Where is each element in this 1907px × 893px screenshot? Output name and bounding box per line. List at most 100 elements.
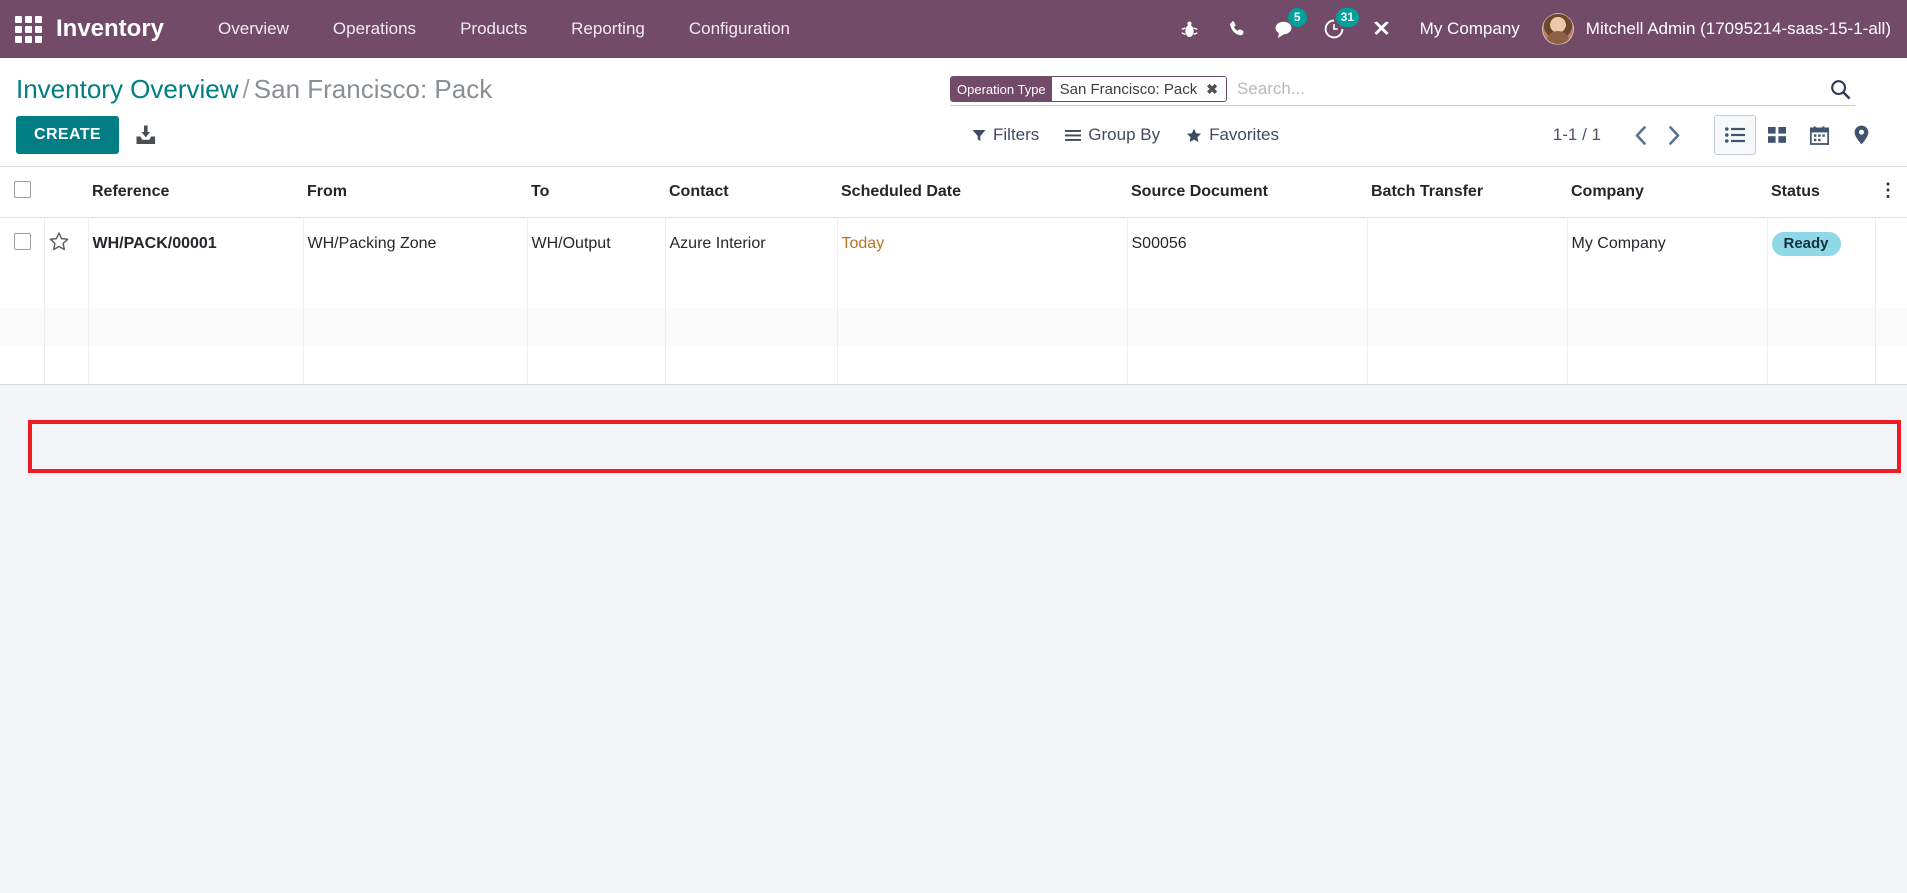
user-menu[interactable]: Mitchell Admin (17095214-saas-15-1-all) [1538, 13, 1891, 45]
chevron-left-icon [1635, 125, 1646, 145]
page-body: Reference From To Contact Scheduled Date… [0, 167, 1907, 473]
cell-batch-transfer [1367, 217, 1568, 270]
navbar-menu: Overview Operations Products Reporting C… [196, 0, 812, 58]
tools-icon-button[interactable] [1358, 0, 1406, 58]
search-facet-operation-type[interactable]: Operation Type San Francisco: Pack ✖ [950, 76, 1227, 102]
messages-icon-button[interactable]: 5 [1262, 0, 1310, 58]
group-by-dropdown[interactable]: Group By [1065, 125, 1160, 145]
menu-item-overview[interactable]: Overview [196, 0, 311, 58]
star-column-header [44, 167, 88, 218]
group-by-label: Group By [1088, 125, 1161, 144]
pager-previous-button[interactable] [1623, 118, 1657, 152]
cell-from: WH/Packing Zone [303, 217, 528, 270]
tools-icon [1374, 21, 1390, 35]
navbar-right-tools: 5 31 My Company Mitchell Admin (17095214… [1166, 0, 1907, 58]
filters-dropdown[interactable]: Filters [972, 125, 1039, 145]
menu-item-configuration[interactable]: Configuration [667, 0, 812, 58]
menu-item-products[interactable]: Products [438, 0, 549, 58]
activities-badge: 31 [1335, 8, 1360, 27]
list-view-icon [1725, 127, 1745, 143]
company-switcher[interactable]: My Company [1406, 19, 1538, 39]
filler-row [0, 346, 1907, 384]
view-button-calendar[interactable] [1798, 115, 1840, 155]
optional-columns-header: ⋮ [1875, 167, 1907, 218]
list-view: Reference From To Contact Scheduled Date… [0, 167, 1907, 385]
select-all-checkbox[interactable] [14, 181, 31, 198]
records-table: Reference From To Contact Scheduled Date… [0, 167, 1907, 384]
breadcrumb-current: San Francisco: Pack [253, 74, 493, 104]
cell-reference: WH/PACK/00001 [88, 217, 304, 270]
hamburger-icon [1065, 129, 1082, 141]
pager-value[interactable]: 1-1 / 1 [1553, 125, 1623, 145]
column-header-source-document[interactable]: Source Document [1127, 167, 1367, 218]
control-panel-right: 1-1 / 1 [1553, 114, 1883, 156]
control-panel-top: Inventory Overview / San Francisco: Pack O… [12, 58, 1895, 106]
view-switcher [1713, 114, 1883, 156]
search-input[interactable] [1232, 77, 1820, 101]
import-icon[interactable] [135, 124, 157, 146]
row-star-cell [44, 217, 89, 270]
menu-item-reporting[interactable]: Reporting [549, 0, 667, 58]
table-row[interactable]: WH/PACK/00001 WH/Packing Zone WH/Output … [0, 217, 1907, 270]
cell-contact: Azure Interior [665, 217, 838, 270]
vertical-dots-icon[interactable]: ⋮ [1879, 180, 1897, 200]
search-facet-label: Operation Type [951, 77, 1052, 101]
search-icon[interactable] [1820, 79, 1855, 100]
view-button-kanban[interactable] [1756, 115, 1798, 155]
cell-to: WH/Output [527, 217, 666, 270]
cell-status: Ready [1767, 217, 1876, 270]
breadcrumb-separator: / [242, 74, 250, 104]
column-header-from[interactable]: From [303, 167, 527, 218]
column-header-to[interactable]: To [527, 167, 665, 218]
favorites-label: Favorites [1209, 125, 1280, 144]
column-header-status[interactable]: Status [1767, 167, 1875, 218]
search-view: Operation Type San Francisco: Pack ✖ [950, 76, 1855, 106]
search-facet-remove-icon[interactable]: ✖ [1204, 77, 1226, 101]
view-button-map[interactable] [1840, 115, 1882, 155]
messages-badge: 5 [1287, 8, 1307, 27]
avatar [1541, 13, 1574, 45]
create-button[interactable]: CREATE [16, 116, 119, 154]
star-icon [1187, 128, 1202, 142]
row-checkbox[interactable] [14, 233, 31, 250]
phone-icon [1229, 21, 1244, 36]
user-name-label: Mitchell Admin (17095214-saas-15-1-all) [1585, 19, 1891, 38]
cell-scheduled-date: Today [837, 217, 1128, 270]
breadcrumb-root[interactable]: Inventory Overview [16, 74, 239, 104]
column-header-scheduled-date[interactable]: Scheduled Date [837, 167, 1127, 218]
chevron-right-icon [1668, 125, 1679, 145]
activities-icon-button[interactable]: 31 [1310, 0, 1360, 58]
phone-icon-button[interactable] [1214, 0, 1262, 58]
apps-launcher-button[interactable] [0, 0, 56, 58]
bug-icon-button[interactable] [1166, 0, 1214, 58]
filler-row [0, 308, 1907, 346]
search-options: Filters Group By Favorites [972, 125, 1279, 145]
column-header-reference[interactable]: Reference [88, 167, 303, 218]
status-badge: Ready [1771, 232, 1841, 256]
column-header-contact[interactable]: Contact [665, 167, 837, 218]
row-highlight-annotation [28, 420, 1901, 473]
select-all-header [0, 167, 44, 218]
column-header-company[interactable]: Company [1567, 167, 1767, 218]
filler-row [0, 270, 1907, 308]
search-facet-value: San Francisco: Pack [1051, 77, 1205, 101]
favorites-dropdown[interactable]: Favorites [1186, 125, 1279, 145]
cell-source-document: S00056 [1127, 217, 1368, 270]
control-panel-bottom: CREATE Filters Group By Favorites 1-1 / … [12, 106, 1895, 166]
funnel-icon [972, 129, 986, 141]
pager-next-button[interactable] [1657, 118, 1691, 152]
column-header-batch-transfer[interactable]: Batch Transfer [1367, 167, 1567, 218]
view-button-list[interactable] [1714, 115, 1756, 155]
calendar-view-icon [1809, 125, 1829, 145]
cell-company: My Company [1567, 217, 1768, 270]
kanban-view-icon [1768, 127, 1786, 143]
top-navbar: Inventory Overview Operations Products R… [0, 0, 1907, 58]
favorite-star-icon[interactable] [49, 232, 69, 256]
row-options-cell [1875, 217, 1907, 270]
pager: 1-1 / 1 [1553, 118, 1691, 152]
menu-item-operations[interactable]: Operations [311, 0, 438, 58]
breadcrumb: Inventory Overview / San Francisco: Pack [12, 72, 492, 106]
table-header-row: Reference From To Contact Scheduled Date… [0, 167, 1907, 218]
app-brand-title[interactable]: Inventory [56, 15, 174, 43]
control-panel: Inventory Overview / San Francisco: Pack O… [0, 58, 1907, 167]
